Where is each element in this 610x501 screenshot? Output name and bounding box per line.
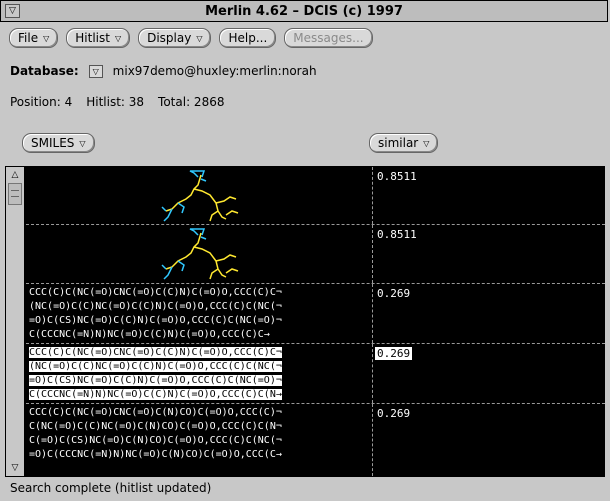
file-menu-button[interactable]: File ▽ — [9, 28, 59, 48]
smiles-line: CCC(C)C(NC(=O)CNC(=O)C(C)N)C(=O)O,CCC(C)… — [29, 287, 282, 298]
help-button[interactable]: Help... — [219, 28, 277, 48]
chevron-down-icon: ▽ — [79, 138, 86, 148]
menu-bar: File ▽ Hitlist ▽ Display ▽ Help... Messages… — [9, 28, 373, 48]
window-menu-button[interactable]: ▽ — [5, 4, 20, 18]
smiles-line: C(CCCNC(=N)N)NC(=O)C(C)N)C(=O)O,CCC(C)C(… — [29, 389, 282, 400]
database-dropdown-button[interactable]: ▽ — [88, 64, 103, 78]
similarity-score: 0.269 — [375, 347, 413, 360]
status-message: Search complete (hitlist updated) — [10, 481, 212, 495]
position-text: Position: 4 — [10, 95, 73, 109]
smiles-line: C(NC(=O)C(C)NC(=O)C(N)CO)C(=O)O,CCC(C)C(… — [29, 421, 282, 432]
chevron-down-icon: ▽ — [196, 33, 203, 43]
smiles-line: CCC(C)C(NC(=O)CNC(=O)C(N)CO)C(=O)O,CCC(C… — [29, 407, 282, 418]
similar-column-button[interactable]: similar ▽ — [369, 133, 439, 153]
scroll-down-icon[interactable]: ▽ — [7, 461, 23, 475]
title-bar: ▽ Merlin 4.62 – DCIS (c) 1997 — [0, 0, 608, 22]
total-count: Total: 2868 — [158, 95, 225, 109]
smiles-line: =O)C(CS)NC(=O)C(C)N)C(=O)O,CCC(C)C(NC(=O… — [29, 375, 282, 386]
chevron-down-icon: ▽ — [114, 33, 122, 43]
smiles-line: =O)C(CCCNC(=N)N)NC(=O)C(N)CO)C(=O)O,CCC(… — [29, 449, 282, 460]
smiles-cell: CCC(C)C(NC(=O)CNC(=O)C(C)N)C(=O)O,CCC(C)… — [26, 284, 373, 343]
table-row[interactable]: 0.8511 — [26, 225, 605, 284]
position-row: Position: 4 Hitlist: 38 Total: 2868 — [10, 95, 224, 109]
molecule-structure-icon — [161, 228, 239, 280]
table-row[interactable]: CCC(C)C(NC(=O)CNC(=O)C(N)CO)C(=O)O,CCC(C… — [26, 404, 605, 476]
similarity-score: 0.269 — [377, 287, 411, 300]
scroll-up-icon[interactable]: △ — [7, 168, 23, 182]
smiles-cell: CCC(C)C(NC(=O)CNC(=O)C(N)CO)C(=O)O,CCC(C… — [26, 404, 373, 476]
database-row: Database: ▽ mix97demo@huxley:merlin:nora… — [10, 64, 317, 78]
database-value: mix97demo@huxley:merlin:norah — [112, 64, 317, 78]
structure-cell — [26, 167, 373, 224]
smiles-line: (NC(=O)C(C)NC(=O)C(C)N)C(=O)O,CCC(C)C(NC… — [29, 361, 282, 372]
similarity-score: 0.269 — [377, 407, 411, 420]
table-row-selected[interactable]: CCC(C)C(NC(=O)CNC(=O)C(C)N)C(=O)O,CCC(C)… — [26, 344, 605, 404]
table-row[interactable]: CCC(C)C(NC(=O)CNC(=O)C(C)N)C(=O)O,CCC(C)… — [26, 284, 605, 344]
chevron-down-icon: ▽ — [423, 138, 430, 148]
window-title: Merlin 4.62 – DCIS (c) 1997 — [205, 3, 403, 19]
hitlist-menu-button[interactable]: Hitlist ▽ — [66, 28, 131, 48]
smiles-line: (NC(=O)C(C)NC(=O)C(C)N)C(=O)O,CCC(C)C(NC… — [29, 301, 282, 312]
smiles-line: =O)C(CS)NC(=O)C(C)N)C(=O)O,CCC(C)C(NC(=O… — [29, 315, 282, 326]
messages-button[interactable]: Messages... — [284, 28, 373, 48]
vertical-scrollbar[interactable]: △ ▽ — [6, 167, 25, 476]
hitlist-count: Hitlist: 38 — [86, 95, 145, 109]
hitlist-grid: △ ▽ 0.8511 0.8511 CCC(C)C(NC(=O)CNC(=O)C… — [5, 166, 605, 477]
similarity-score: 0.8511 — [377, 228, 417, 241]
table-row[interactable]: 0.8511 — [26, 167, 605, 225]
display-menu-button[interactable]: Display ▽ — [138, 28, 212, 48]
smiles-line: C(=O)C(CS)NC(=O)C(N)CO)C(=O)O,CCC(C)C(NC… — [29, 435, 282, 446]
smiles-line: C(CCCNC(=N)N)NC(=O)C(C)N)C(=O)O,CCC(C)C→ — [29, 329, 270, 340]
molecule-structure-icon — [161, 170, 239, 222]
structure-cell — [26, 225, 373, 283]
similarity-score: 0.8511 — [377, 170, 417, 183]
database-label: Database: — [10, 64, 79, 78]
smiles-line: CCC(C)C(NC(=O)CNC(=O)C(C)N)C(=O)O,CCC(C)… — [29, 347, 282, 358]
scroll-thumb[interactable] — [8, 183, 22, 205]
smiles-cell: CCC(C)C(NC(=O)CNC(=O)C(C)N)C(=O)O,CCC(C)… — [26, 344, 373, 403]
smiles-column-button[interactable]: SMILES ▽ — [22, 133, 95, 153]
hitlist-rows: 0.8511 0.8511 CCC(C)C(NC(=O)CNC(=O)C(C)N… — [26, 167, 605, 476]
chevron-down-icon: ▽ — [43, 33, 50, 43]
